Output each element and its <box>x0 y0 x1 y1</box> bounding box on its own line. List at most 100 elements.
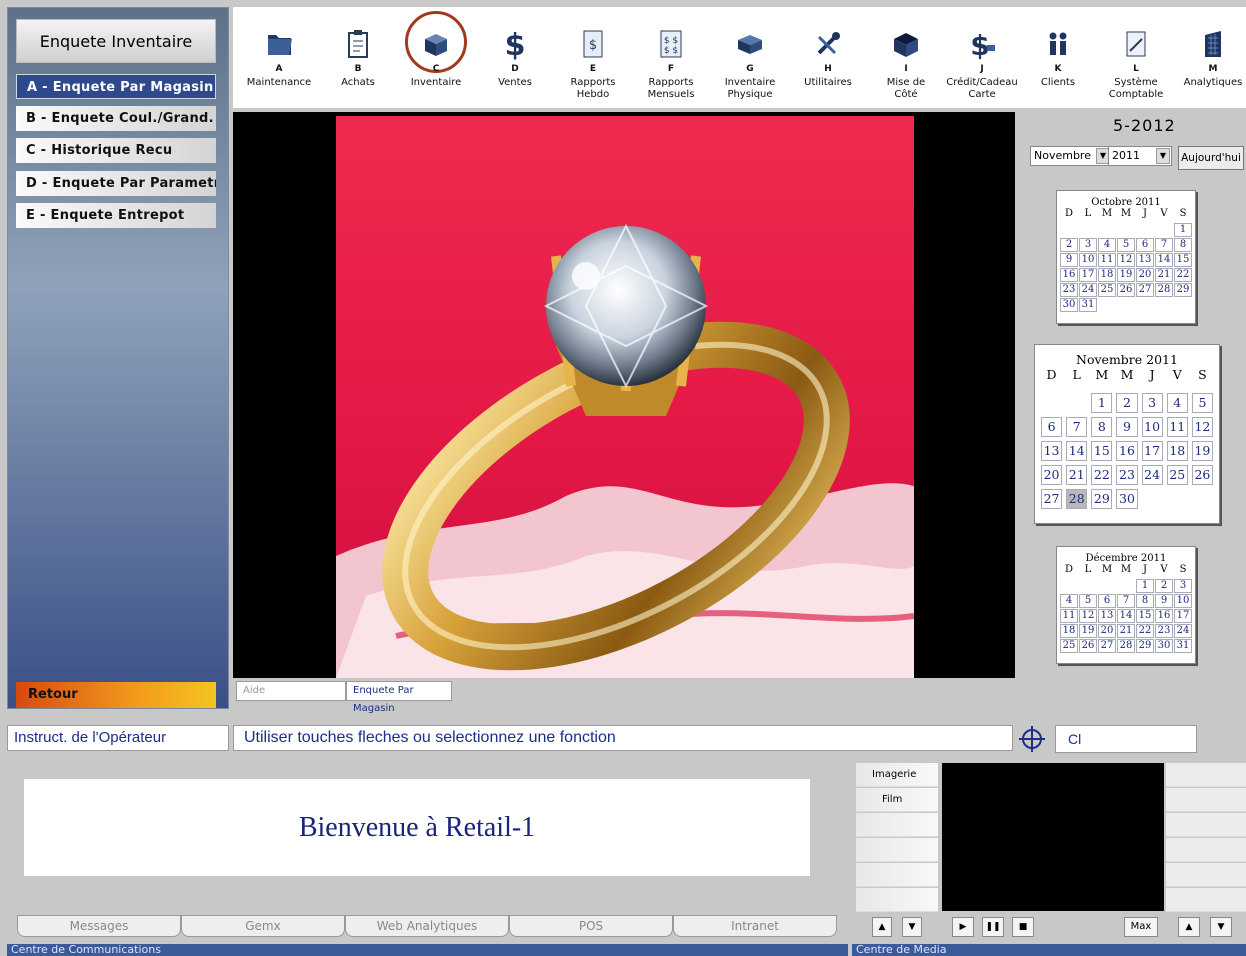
calendar-day[interactable]: 28 <box>1117 639 1135 653</box>
calendar-day[interactable]: 18 <box>1098 268 1116 282</box>
sidebar-item-historique-recu[interactable]: C - Historique Recu <box>16 138 216 163</box>
calendar-day[interactable]: 21 <box>1117 624 1135 638</box>
calendar-day[interactable]: 6 <box>1136 238 1154 252</box>
toolbar-achats-button[interactable]: B Achats <box>322 7 394 108</box>
calendar-day[interactable]: 17 <box>1141 441 1163 461</box>
crosshair-icon[interactable] <box>1017 725 1047 753</box>
calendar-day[interactable]: 23 <box>1155 624 1173 638</box>
calendar-day[interactable]: 12 <box>1191 417 1213 437</box>
calendar-day[interactable]: 19 <box>1117 268 1135 282</box>
calendar-day[interactable]: 9 <box>1116 417 1138 437</box>
calendar-day[interactable]: 27 <box>1041 489 1063 509</box>
calendar-day[interactable]: 18 <box>1166 441 1188 461</box>
calendar-day[interactable]: 19 <box>1079 624 1097 638</box>
toolbar-clients-button[interactable]: K Clients <box>1022 7 1094 108</box>
sidebar-item-enquete-par-parametre[interactable]: D - Enquete Par Parametre <box>16 171 216 196</box>
calendar-day[interactable]: 8 <box>1174 238 1192 252</box>
calendar-day[interactable]: 31 <box>1079 298 1097 312</box>
calendar-day[interactable]: 5 <box>1191 393 1213 413</box>
calendar-day[interactable]: 8 <box>1136 594 1154 608</box>
calendar-day[interactable]: 22 <box>1174 268 1192 282</box>
calendar-day[interactable]: 20 <box>1041 465 1063 485</box>
calendar-day[interactable]: 17 <box>1174 609 1192 623</box>
retour-button[interactable]: Retour <box>16 682 216 708</box>
calendar-day[interactable]: 26 <box>1117 283 1135 297</box>
tab-intranet[interactable]: Intranet <box>673 915 837 937</box>
calendar-day[interactable]: 11 <box>1166 417 1188 437</box>
sidebar-item-enquete-entrepot[interactable]: E - Enquete Entrepot <box>16 203 216 228</box>
calendar-day[interactable]: 27 <box>1098 639 1116 653</box>
calendar-day[interactable]: 17 <box>1079 268 1097 282</box>
calendar-day[interactable]: 24 <box>1141 465 1163 485</box>
pause-button[interactable]: ❚❚ <box>982 917 1004 937</box>
tab-pos[interactable]: POS <box>509 915 673 937</box>
calendar-day[interactable]: 22 <box>1136 624 1154 638</box>
sidebar-item-enquete-par-magasin[interactable]: A - Enquete Par Magasin <box>16 74 216 99</box>
calendar-day[interactable]: 9 <box>1060 253 1078 267</box>
calendar-day[interactable]: 15 <box>1091 441 1113 461</box>
calendar-day[interactable]: 3 <box>1079 238 1097 252</box>
play-button[interactable]: ▶ <box>952 917 974 937</box>
tab-enquete-par-magasin[interactable]: Enquete Par Magasin <box>346 681 452 714</box>
scroll-down-button[interactable]: ▼ <box>902 917 922 937</box>
media-scroll-down-button[interactable]: ▼ <box>1210 917 1232 937</box>
toolbar-systeme-comptable-button[interactable]: L Système Comptable <box>1100 7 1172 108</box>
calendar-day[interactable]: 22 <box>1091 465 1113 485</box>
calendar-day[interactable]: 5 <box>1117 238 1135 252</box>
toolbar-credit-cadeau-button[interactable]: $ J Crédit/Cadeau Carte <box>942 7 1022 108</box>
calendar-day[interactable]: 21 <box>1155 268 1173 282</box>
calendar-day[interactable]: 27 <box>1136 283 1154 297</box>
calendar-day[interactable]: 6 <box>1041 417 1063 437</box>
calendar-day[interactable]: 19 <box>1191 441 1213 461</box>
calendar-day[interactable]: 1 <box>1091 393 1113 413</box>
toolbar-mise-de-cote-button[interactable]: I Mise de Côté <box>870 7 942 108</box>
calendar-day[interactable]: 16 <box>1116 441 1138 461</box>
calendar-day[interactable]: 10 <box>1174 594 1192 608</box>
media-scroll-up-button[interactable]: ▲ <box>1178 917 1200 937</box>
calendar-day[interactable]: 5 <box>1079 594 1097 608</box>
calendar-day[interactable]: 20 <box>1098 624 1116 638</box>
calendar-day[interactable]: 1 <box>1136 579 1154 593</box>
toolbar-analytiques-button[interactable]: M Analytiques <box>1177 7 1246 108</box>
calendar-day[interactable]: 11 <box>1098 253 1116 267</box>
calendar-day[interactable]: 31 <box>1174 639 1192 653</box>
calendar-day[interactable]: 13 <box>1098 609 1116 623</box>
calendar-day[interactable]: 2 <box>1060 238 1078 252</box>
tab-messages[interactable]: Messages <box>17 915 181 937</box>
calendar-day[interactable]: 30 <box>1060 298 1078 312</box>
calendar-day[interactable]: 10 <box>1079 253 1097 267</box>
calendar-day[interactable]: 30 <box>1116 489 1138 509</box>
calendar-day[interactable]: 16 <box>1155 609 1173 623</box>
toolbar-rapports-hebdo-button[interactable]: $ E Rapports Hebdo <box>557 7 629 108</box>
calendar-day[interactable]: 14 <box>1117 609 1135 623</box>
calendar-day[interactable]: 9 <box>1155 594 1173 608</box>
calendar-day[interactable]: 2 <box>1116 393 1138 413</box>
calendar-day[interactable]: 23 <box>1060 283 1078 297</box>
calendar-day[interactable]: 3 <box>1141 393 1163 413</box>
toolbar-rapports-mensuels-button[interactable]: $ $ $ $ F Rapports Mensuels <box>635 7 707 108</box>
calendar-day[interactable]: 12 <box>1117 253 1135 267</box>
month-select[interactable]: Novembre ▼ <box>1030 146 1112 166</box>
calendar-day[interactable]: 3 <box>1174 579 1192 593</box>
calendar-day[interactable]: 7 <box>1117 594 1135 608</box>
max-button[interactable]: Max <box>1124 917 1158 937</box>
calendar-day[interactable]: 7 <box>1066 417 1088 437</box>
sidebar-item-enquete-coul-grand[interactable]: B - Enquete Coul./Grand. <box>16 106 216 131</box>
calendar-day[interactable]: 28 <box>1066 489 1088 509</box>
calendar-day[interactable]: 28 <box>1155 283 1173 297</box>
calendar-day[interactable]: 15 <box>1136 609 1154 623</box>
calendar-day[interactable]: 13 <box>1041 441 1063 461</box>
calendar-day[interactable]: 21 <box>1066 465 1088 485</box>
toolbar-inventaire-button[interactable]: C Inventaire <box>400 7 472 108</box>
calendar-day[interactable]: 7 <box>1155 238 1173 252</box>
calendar-day[interactable]: 26 <box>1079 639 1097 653</box>
calendar-day[interactable]: 29 <box>1136 639 1154 653</box>
calendar-day[interactable]: 30 <box>1155 639 1173 653</box>
calendar-day[interactable]: 4 <box>1166 393 1188 413</box>
stop-button[interactable]: ■ <box>1012 917 1034 937</box>
calendar-day[interactable]: 29 <box>1174 283 1192 297</box>
toolbar-utilitaires-button[interactable]: H Utilitaires <box>792 7 864 108</box>
calendar-day[interactable]: 24 <box>1079 283 1097 297</box>
toolbar-maintenance-button[interactable]: A Maintenance <box>243 7 315 108</box>
today-button[interactable]: Aujourd'hui <box>1178 146 1244 170</box>
